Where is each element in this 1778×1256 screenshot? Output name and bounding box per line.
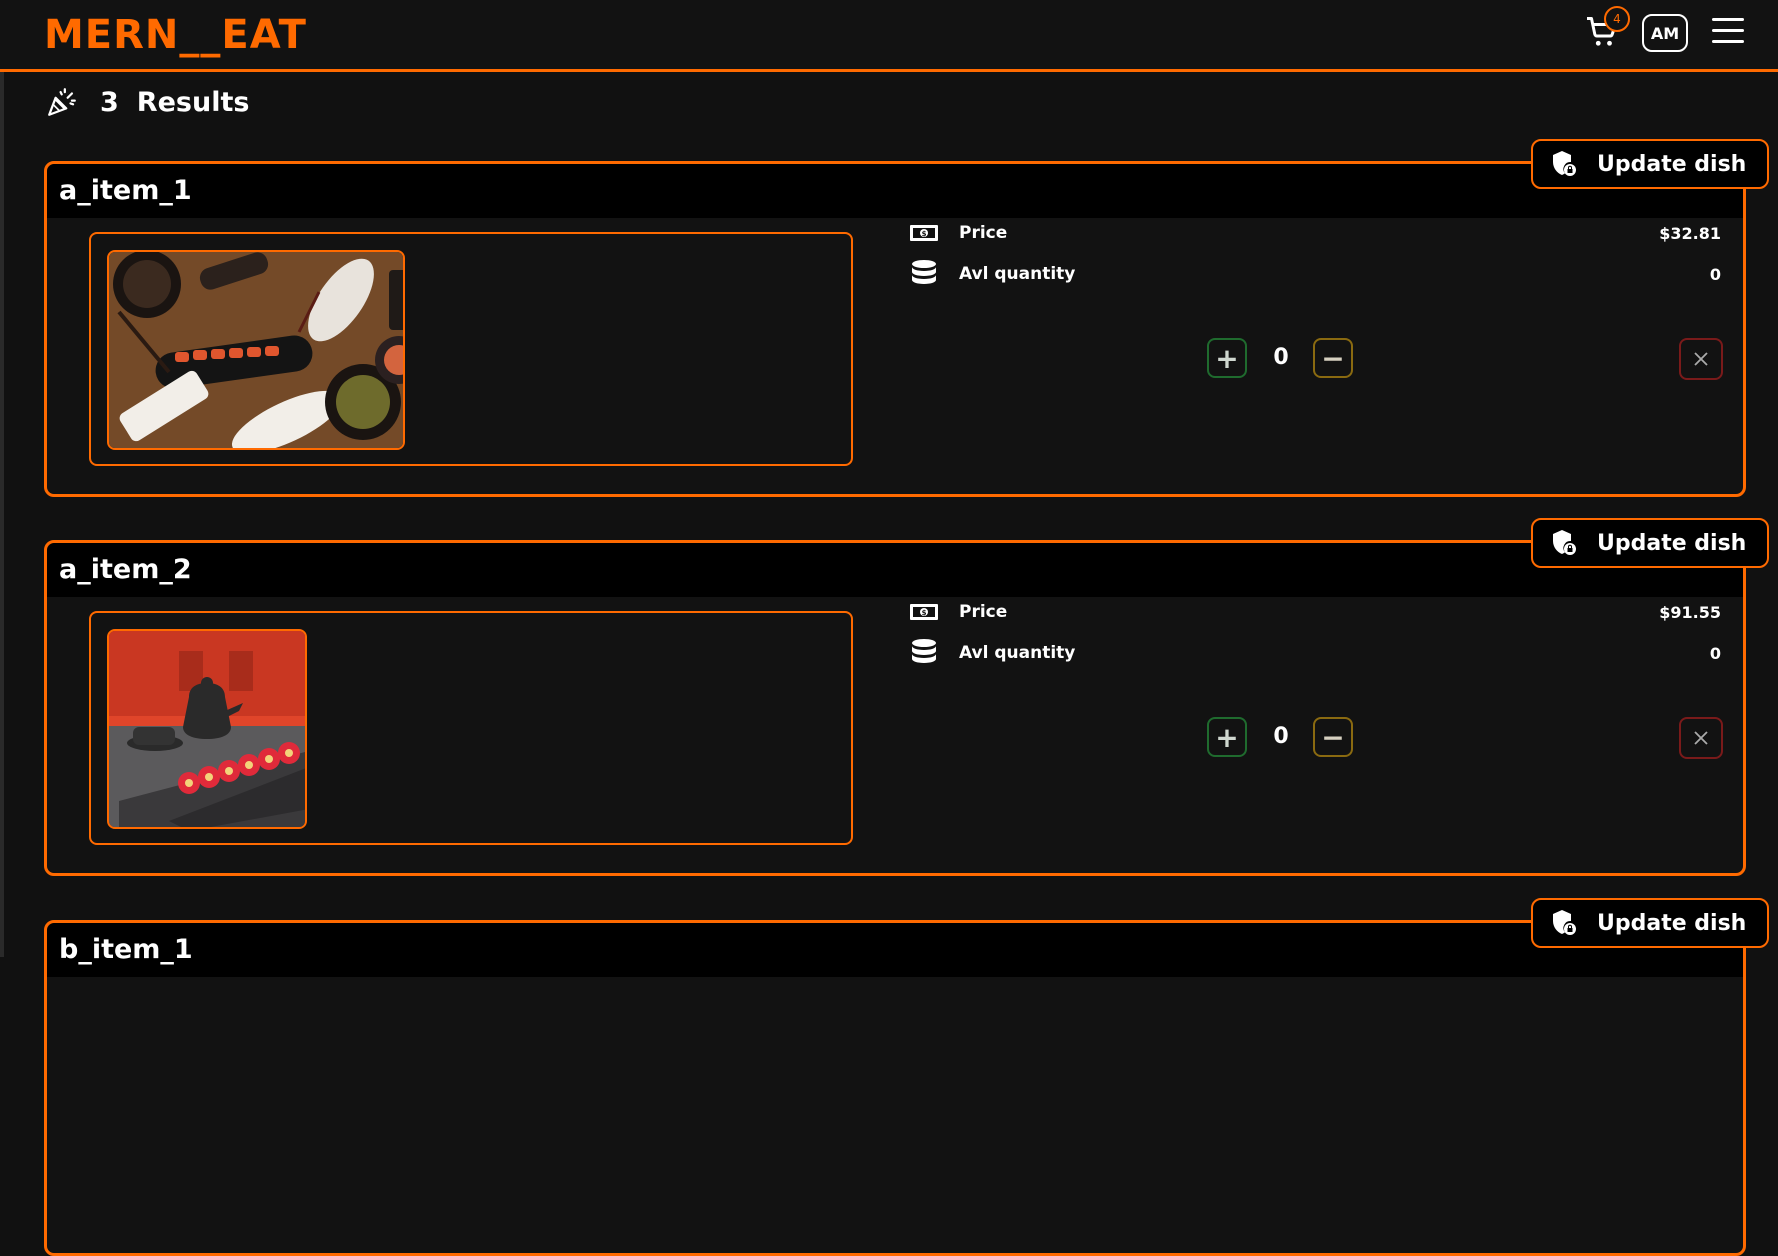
update-dish-label: Update dish: [1597, 530, 1747, 556]
dish-card: b_item_1: [44, 920, 1746, 1256]
update-dish-button[interactable]: Update dish: [1531, 898, 1769, 948]
selected-quantity: 0: [1273, 724, 1289, 749]
quantity-row: Avl quantity 0: [909, 638, 1721, 668]
increment-button[interactable]: +: [1207, 717, 1247, 757]
price-value: $91.55: [1659, 602, 1721, 622]
selected-quantity: 0: [1273, 345, 1289, 370]
quantity-stepper: + 0 −: [1207, 717, 1353, 757]
update-dish-label: Update dish: [1597, 910, 1747, 936]
navbar: MERN__EAT 4 AM: [0, 0, 1778, 72]
results-count: 3: [100, 86, 119, 118]
database-icon: [909, 260, 939, 286]
results-label: Results: [136, 86, 250, 118]
shield-lock-icon: [1553, 910, 1576, 935]
remove-button[interactable]: [1679, 338, 1723, 380]
remove-button[interactable]: [1679, 717, 1723, 759]
left-edge: [0, 0, 4, 957]
close-icon: [1694, 352, 1708, 366]
database-icon: [909, 639, 939, 665]
dish-image-frame: [89, 611, 853, 845]
quantity-label: Avl quantity: [959, 643, 1076, 663]
update-dish-label: Update dish: [1597, 151, 1747, 177]
results-header: 3 Results: [44, 82, 249, 122]
update-dish-button[interactable]: Update dish: [1531, 518, 1769, 568]
quantity-label: Avl quantity: [959, 264, 1076, 284]
quantity-value: 0: [1709, 643, 1721, 663]
user-avatar[interactable]: AM: [1642, 14, 1688, 52]
quantity-value: 0: [1709, 264, 1721, 284]
cart-count-badge: 4: [1604, 6, 1630, 32]
price-row: $ Price $32.81: [909, 218, 1721, 248]
quantity-row: Avl quantity 0: [909, 259, 1721, 289]
update-dish-button[interactable]: Update dish: [1531, 139, 1769, 189]
dish-image-sushi-tea: [107, 629, 307, 829]
price-row: $ Price $91.55: [909, 597, 1721, 627]
close-icon: [1694, 731, 1708, 745]
decrement-button[interactable]: −: [1313, 338, 1353, 378]
shield-lock-icon: [1553, 151, 1576, 176]
price-label: Price: [959, 602, 1008, 622]
quantity-stepper: + 0 −: [1207, 338, 1353, 378]
dish-image-sushi-platter: [107, 250, 405, 450]
dish-card: a_item_2 $ Price $91.55 Avl quantity 0 +…: [44, 540, 1746, 876]
banknote-icon: $: [909, 600, 939, 624]
dish-card: a_item_1 $ Price $32.81 Avl quantity 0 +…: [44, 161, 1746, 497]
dish-image-frame: [89, 232, 853, 466]
dish-name: a_item_2: [47, 543, 1743, 597]
dish-name: a_item_1: [47, 164, 1743, 218]
banknote-icon: $: [909, 221, 939, 245]
dish-name: b_item_1: [47, 923, 1743, 977]
hamburger-menu-icon[interactable]: [1712, 18, 1744, 46]
price-label: Price: [959, 223, 1008, 243]
brand-logo[interactable]: MERN__EAT: [44, 12, 307, 58]
svg-text:$: $: [922, 609, 927, 617]
decrement-button[interactable]: −: [1313, 717, 1353, 757]
price-value: $32.81: [1659, 223, 1721, 243]
increment-button[interactable]: +: [1207, 338, 1247, 378]
shield-lock-icon: [1553, 530, 1576, 555]
party-popper-icon: [48, 88, 76, 116]
svg-text:$: $: [922, 230, 927, 238]
